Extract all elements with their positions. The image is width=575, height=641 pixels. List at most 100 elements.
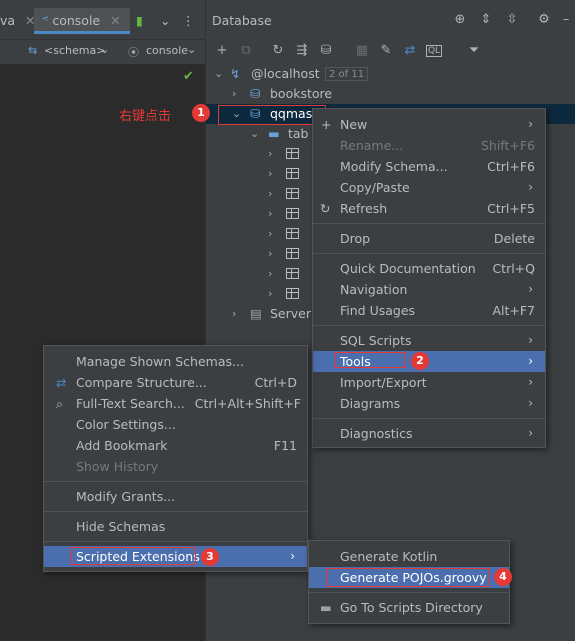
menu-item-shortcut: Shift+F6 xyxy=(480,138,535,153)
menu-item-sql-scripts[interactable]: SQL Scripts › xyxy=(313,330,545,351)
menu-item-quick-documentation[interactable]: Quick Documentation Ctrl+Q xyxy=(313,258,545,279)
menu-item-show-history[interactable]: Show History xyxy=(44,456,307,477)
menu-item-label: Color Settings... xyxy=(76,417,176,432)
step-badge-4: 4 xyxy=(494,568,512,586)
tree-item-bookstore[interactable]: › ⛁ bookstore xyxy=(206,84,575,104)
menu-item-label: Quick Documentation xyxy=(340,261,476,276)
chevron-down-icon[interactable]: ⌄ xyxy=(214,64,223,84)
menu-item-copy-paste[interactable]: Copy/Paste › xyxy=(313,177,545,198)
chevron-right-icon[interactable]: › xyxy=(232,84,236,104)
menu-item-label: SQL Scripts xyxy=(340,333,412,348)
highlight-box xyxy=(218,105,326,125)
menu-item-shortcut: Ctrl+F5 xyxy=(487,201,535,216)
menu-item-rename[interactable]: Rename... Shift+F6 xyxy=(313,135,545,156)
schema-sync-icon[interactable]: ⇶ xyxy=(294,43,310,59)
menu-item-modify-grants[interactable]: Modify Grants... xyxy=(44,486,307,507)
schema-icon: ⇆ xyxy=(28,44,38,57)
menu-item-go-to-scripts-directory[interactable]: ▬ Go To Scripts Directory xyxy=(309,597,509,618)
chevron-right-icon[interactable]: › xyxy=(268,144,272,164)
menu-item-hide-schemas[interactable]: Hide Schemas xyxy=(44,516,307,537)
chevron-right-icon[interactable]: › xyxy=(268,204,272,224)
highlight-box xyxy=(70,547,196,565)
tab-console[interactable]: ᕝ console ✕ xyxy=(34,8,130,34)
collapse-all-icon[interactable]: ⇳ xyxy=(504,12,520,28)
menu-item-label: Show History xyxy=(76,459,159,474)
menu-item-drop[interactable]: Drop Delete xyxy=(313,228,545,249)
search-icon: ⌕ xyxy=(56,396,64,411)
menu-item-manage-shown-schemas[interactable]: Manage Shown Schemas... xyxy=(44,351,307,372)
datasource-icon: ↯ xyxy=(230,66,241,81)
database-icon[interactable]: ⛁ xyxy=(318,43,334,59)
edit-icon[interactable]: ✎ xyxy=(378,43,394,59)
menu-item-diagnostics[interactable]: Diagnostics › xyxy=(313,423,545,444)
context-menu: + New › Rename... Shift+F6 Modify Schema...… xyxy=(312,108,546,448)
close-icon[interactable]: ✕ xyxy=(110,13,120,28)
folder-label: tab xyxy=(288,126,309,141)
menu-item-label: Refresh xyxy=(340,201,388,216)
menu-item-shortcut: Ctrl+F6 xyxy=(487,159,535,174)
chevron-right-icon[interactable]: › xyxy=(268,184,272,204)
checkmark-icon: ✔ xyxy=(183,69,194,84)
filter-icon[interactable]: ⏷ xyxy=(466,43,482,59)
add-icon[interactable]: + xyxy=(214,43,230,59)
tree-item-localhost[interactable]: ⌄ ↯ @localhost 2 of 11 xyxy=(206,64,575,84)
menu-item-modify-schema[interactable]: Modify Schema... Ctrl+F6 xyxy=(313,156,545,177)
menu-item-diagrams[interactable]: Diagrams › xyxy=(313,393,545,414)
menu-item-find-usages[interactable]: Find Usages Alt+F7 xyxy=(313,300,545,321)
menu-item-label: Diagrams xyxy=(340,396,401,411)
crosshair-icon[interactable]: ⊕ xyxy=(452,12,468,28)
menu-item-navigation[interactable]: Navigation › xyxy=(313,279,545,300)
file-icon: ▮ xyxy=(136,13,143,28)
tab-java-label: va xyxy=(0,13,16,28)
highlight-box xyxy=(334,352,406,368)
menu-item-refresh[interactable]: ↻ Refresh Ctrl+F5 xyxy=(313,198,545,219)
expand-all-icon[interactable]: ⇕ xyxy=(478,12,494,28)
chevron-right-icon[interactable]: › xyxy=(268,164,272,184)
menu-item-import-export[interactable]: Import/Export › xyxy=(313,372,545,393)
minimize-icon[interactable]: – xyxy=(558,12,574,28)
menu-item-label: Navigation xyxy=(340,282,408,297)
chevron-right-icon: › xyxy=(528,426,533,440)
console-icon: ᕝ xyxy=(42,13,49,28)
menu-item-add-bookmark[interactable]: Add Bookmark F11 xyxy=(44,435,307,456)
menu-separator xyxy=(309,592,509,593)
compare-icon[interactable]: ⇄ xyxy=(402,43,418,59)
copy-icon[interactable]: ⧉ xyxy=(238,43,254,59)
chevron-right-icon[interactable]: › xyxy=(268,284,272,304)
table-icon[interactable]: ▦ xyxy=(354,43,370,59)
editor-tab-bar: va ✕ ᕝ console ✕ ▮ ⌄ ⋮ xyxy=(0,0,205,40)
chevron-right-icon: › xyxy=(290,549,295,563)
chevron-right-icon[interactable]: › xyxy=(232,304,236,324)
menu-item-color-settings[interactable]: Color Settings... xyxy=(44,414,307,435)
table-icon xyxy=(286,228,299,239)
gear-icon[interactable]: ⚙ xyxy=(536,12,552,28)
menu-item-label: Drop xyxy=(340,231,371,246)
menu-separator xyxy=(44,481,307,482)
table-icon xyxy=(286,288,299,299)
menu-item-new[interactable]: + New › xyxy=(313,114,545,135)
menu-item-full-text-search[interactable]: ⌕ Full-Text Search... Ctrl+Alt+Shift+F xyxy=(44,393,307,414)
chevron-right-icon[interactable]: › xyxy=(268,264,272,284)
chevron-down-icon[interactable]: ⌄ xyxy=(250,124,259,144)
tab-file-icon[interactable]: ▮ xyxy=(136,8,143,34)
menu-item-label: Manage Shown Schemas... xyxy=(76,354,244,369)
menu-item-generate-kotlin-entities[interactable]: Generate Kotlin Entities.kts xyxy=(309,546,509,585)
refresh-icon: ↻ xyxy=(320,201,331,216)
sql-icon[interactable]: QL xyxy=(426,45,442,57)
tools-submenu: Manage Shown Schemas... ⇄ Compare Structu… xyxy=(43,345,308,572)
menu-item-compare-structure[interactable]: ⇄ Compare Structure... Ctrl+D xyxy=(44,372,307,393)
tab-list-dropdown[interactable]: ⌄ xyxy=(160,8,170,34)
chevron-right-icon[interactable]: › xyxy=(268,244,272,264)
menu-item-label: Modify Grants... xyxy=(76,489,176,504)
chevron-right-icon: › xyxy=(528,180,533,194)
chevron-right-icon[interactable]: › xyxy=(268,224,272,244)
refresh-icon[interactable]: ↻ xyxy=(270,43,286,59)
more-options-icon[interactable]: ⋮ xyxy=(182,8,195,34)
tab-java[interactable]: va ✕ xyxy=(0,8,36,34)
step-badge-1: 1 xyxy=(192,104,210,122)
table-icon xyxy=(286,148,299,159)
annotation-right-click: 右键点击 xyxy=(119,109,172,124)
folder-icon: ▬ xyxy=(320,600,332,615)
console-selector[interactable]: console xyxy=(146,44,188,57)
schema-selector[interactable]: <schema> xyxy=(44,44,105,57)
